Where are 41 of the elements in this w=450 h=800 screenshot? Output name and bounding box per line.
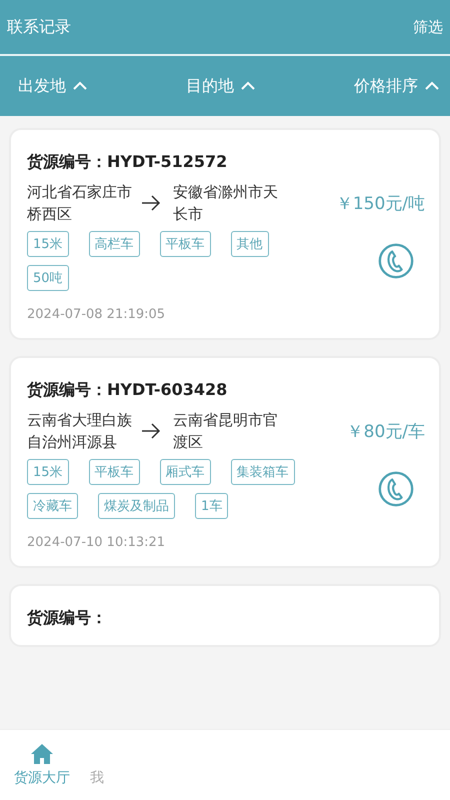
sort-button[interactable]: 目的地 <box>186 76 256 96</box>
tab-item[interactable]: 货源大厅 <box>14 743 70 787</box>
tag: 平板车 <box>88 459 140 485</box>
destination-text: 云南省昆明市官渡区 <box>173 410 279 453</box>
tag: 高栏车 <box>88 231 140 257</box>
cargo-card[interactable]: 货源编号：HYDT-603428 云南省大理白族自治州洱源县 云南省昆明市官渡区 ￥80元/车 15米 平板车 厢式车 集装箱车 冷藏车 煤炭及制品 1车 2024-07-10 10:13:21 <box>9 356 441 568</box>
home-icon <box>30 743 54 765</box>
tag: 集装箱车 <box>230 459 295 485</box>
sort-button[interactable]: 出发地 <box>18 76 88 96</box>
tag: 平板车 <box>160 231 211 257</box>
timestamp: 2024-07-08 21:19:05 <box>27 307 166 322</box>
tab-item[interactable]: 我 <box>90 743 104 787</box>
tag: 厢式车 <box>160 459 211 485</box>
chevron-icon <box>424 81 440 91</box>
timestamp: 2024-07-10 10:13:21 <box>27 535 166 550</box>
tag: 1车 <box>195 493 228 519</box>
arrow-icon <box>141 423 161 439</box>
price-text: ￥150元/吨 <box>336 192 425 214</box>
phone-icon[interactable] <box>377 242 415 280</box>
phone-icon[interactable] <box>377 470 415 508</box>
tag: 其他 <box>230 231 269 257</box>
filter-button[interactable]: 筛选 <box>413 18 443 36</box>
tag: 50吨 <box>27 265 69 291</box>
origin-text: 河北省石家庄市桥西区 <box>27 182 133 225</box>
tag: 15米 <box>27 231 69 257</box>
tag: 15米 <box>27 459 69 485</box>
price-text: ￥80元/车 <box>346 420 425 442</box>
chevron-icon <box>240 81 256 91</box>
origin-text: 云南省大理白族自治州洱源县 <box>27 410 133 453</box>
cargo-card[interactable]: 货源编号：HYDT-512572 河北省石家庄市桥西区 安徽省滁州市天长市 ￥150元/吨 15米 高栏车 平板车 其他 50吨 2024-07-08 21:19:05 <box>9 128 441 340</box>
chevron-icon <box>72 81 88 91</box>
cargo-number: 货源编号：HYDT-512572 <box>27 152 228 173</box>
tag: 煤炭及制品 <box>98 493 175 519</box>
cargo-card[interactable]: 货源编号： <box>9 584 441 647</box>
tag: 冷藏车 <box>27 493 78 519</box>
cargo-number: 货源编号：HYDT-603428 <box>27 380 228 401</box>
destination-text: 安徽省滁州市天长市 <box>173 182 279 225</box>
cargo-number: 货源编号： <box>27 608 108 629</box>
arrow-icon <box>141 195 161 211</box>
page-title: 联系记录 <box>7 16 71 38</box>
sort-button[interactable]: 价格排序 <box>354 76 440 96</box>
